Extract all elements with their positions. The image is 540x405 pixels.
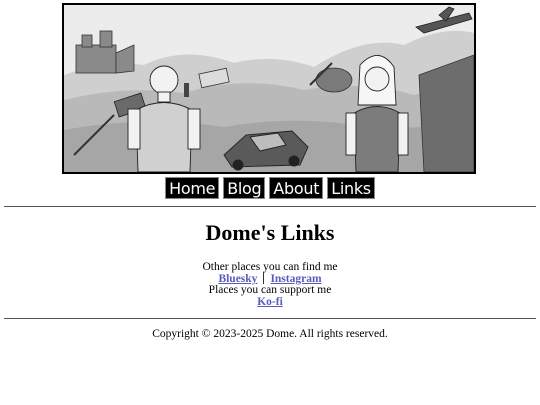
banner-artwork	[64, 5, 474, 172]
page-title: Dome's Links	[205, 220, 335, 245]
kofi-link[interactable]: Ko-fi	[257, 296, 283, 308]
bottom-divider	[4, 318, 536, 319]
main-nav: Home Blog About Links	[0, 177, 540, 199]
support-text: Places you can support me	[208, 284, 332, 296]
support-links-row: Ko-fi	[0, 296, 540, 308]
nav-home-link[interactable]: Home	[165, 177, 220, 199]
link-separator	[263, 272, 265, 284]
header-banner-illustration	[62, 3, 476, 174]
nav-links-link[interactable]: Links	[327, 177, 375, 199]
nav-blog-link[interactable]: Blog	[223, 177, 266, 199]
top-divider	[4, 206, 536, 207]
copyright-footer: Copyright © 2023-2025 Dome. All rights r…	[152, 328, 388, 340]
nav-about-link[interactable]: About	[269, 177, 324, 199]
